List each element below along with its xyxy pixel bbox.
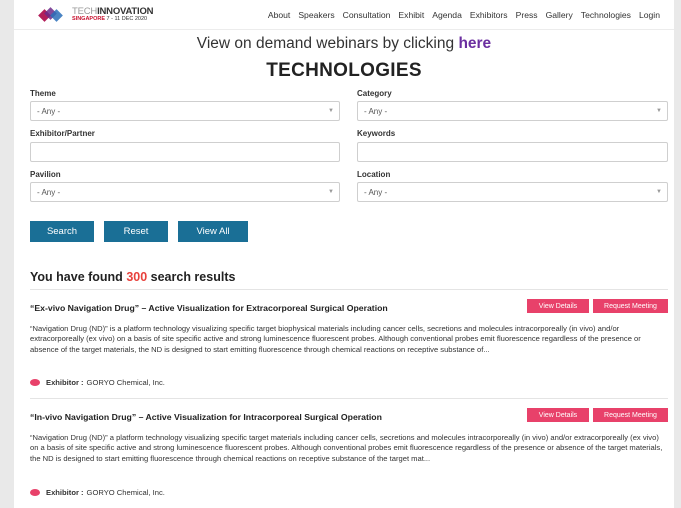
view-details-button[interactable]: View Details [527, 408, 589, 422]
nav-technologies[interactable]: Technologies [581, 10, 631, 20]
pavilion-label: Pavilion [30, 170, 61, 179]
item-description: “Navigation Drug (ND)” a platform techno… [30, 433, 663, 463]
category-select[interactable]: - Any - ▼ [357, 101, 668, 121]
nav-exhibit[interactable]: Exhibit [398, 10, 424, 20]
nav-agenda[interactable]: Agenda [432, 10, 462, 20]
nav-exhibitors[interactable]: Exhibitors [470, 10, 508, 20]
logo-name: TECHINNOVATION [72, 5, 154, 17]
webinar-here-link[interactable]: here [458, 35, 491, 52]
exhibitor-label: Exhibitor/Partner [30, 129, 95, 138]
divider [30, 289, 668, 290]
item-description: “Navigation Drug (ND)” is a platform tec… [30, 324, 641, 354]
theme-select[interactable]: - Any - ▼ [30, 101, 340, 121]
request-meeting-button[interactable]: Request Meeting [593, 408, 668, 422]
item-exhibitor: Exhibitor : GORYO Chemical, Inc. [30, 488, 165, 497]
pink-dot-icon [30, 489, 40, 496]
keywords-input[interactable] [357, 142, 668, 162]
request-meeting-button[interactable]: Request Meeting [593, 299, 668, 313]
nav-gallery[interactable]: Gallery [546, 10, 573, 20]
item-title[interactable]: “Ex-vivo Navigation Drug” – Active Visua… [30, 303, 510, 313]
view-details-button[interactable]: View Details [527, 299, 589, 313]
page-title: TECHNOLOGIES [266, 60, 422, 81]
main-nav: About Speakers Consultation Exhibit Agen… [260, 10, 660, 20]
chevron-down-icon: ▼ [328, 189, 334, 195]
chevron-down-icon: ▼ [656, 108, 662, 114]
results-count: You have found 300 search results [30, 270, 236, 284]
nav-press[interactable]: Press [516, 10, 538, 20]
theme-label: Theme [30, 89, 56, 98]
keywords-label: Keywords [357, 129, 396, 138]
chevron-down-icon: ▼ [656, 189, 662, 195]
nav-about[interactable]: About [268, 10, 290, 20]
category-label: Category [357, 89, 392, 98]
location-label: Location [357, 170, 391, 179]
site-logo[interactable]: TECHINNOVATION SINGAPORE 7 - 11 DEC 2020 [38, 5, 190, 23]
view-all-button[interactable]: View All [178, 221, 248, 242]
site-header: TECHINNOVATION SINGAPORE 7 - 11 DEC 2020… [14, 0, 674, 30]
item-exhibitor: Exhibitor : GORYO Chemical, Inc. [30, 378, 165, 387]
logo-tagline: SINGAPORE 7 - 11 DEC 2020 [72, 16, 148, 22]
pavilion-select[interactable]: - Any - ▼ [30, 182, 340, 202]
webinar-banner: View on demand webinars by clicking here [196, 35, 492, 52]
logo-diamond-icon [38, 6, 68, 22]
exhibitor-input[interactable] [30, 142, 340, 162]
reset-button[interactable]: Reset [104, 221, 168, 242]
divider [30, 398, 668, 399]
nav-login[interactable]: Login [639, 10, 660, 20]
chevron-down-icon: ▼ [328, 108, 334, 114]
item-title[interactable]: “In-vivo Navigation Drug” – Active Visua… [30, 412, 510, 422]
page: TECHINNOVATION SINGAPORE 7 - 11 DEC 2020… [14, 0, 674, 508]
nav-speakers[interactable]: Speakers [298, 10, 334, 20]
pink-dot-icon [30, 379, 40, 386]
nav-consultation[interactable]: Consultation [343, 10, 391, 20]
location-select[interactable]: - Any - ▼ [357, 182, 668, 202]
search-button[interactable]: Search [30, 221, 94, 242]
